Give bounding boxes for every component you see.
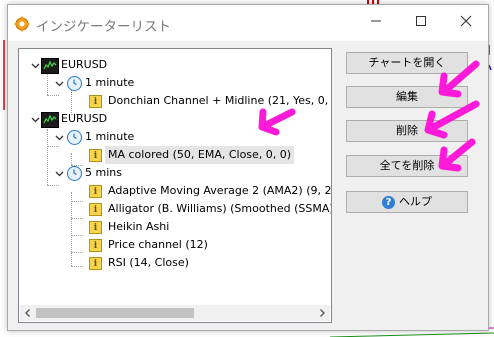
close-icon (460, 15, 471, 27)
tree-item-label: 1 minute (85, 76, 135, 89)
scroll-left-icon[interactable] (23, 308, 33, 318)
help-icon: ? (382, 195, 395, 209)
clock-icon (67, 166, 82, 181)
close-button[interactable] (443, 5, 488, 37)
tree-item-label: MA colored (50, EMA, Close, 0, 0) (105, 146, 295, 164)
tree-item-label: EURUSD (61, 112, 108, 125)
indicator-tree[interactable]: EURUSD 1 minute i Donchian Channel + Mid… (18, 48, 332, 323)
indicator-icon: i (89, 239, 102, 252)
chevron-down-icon[interactable] (31, 115, 40, 124)
maximize-icon (415, 16, 426, 26)
tree-item-indicator-selected[interactable]: i MA colored (50, EMA, Close, 0, 0) (19, 146, 329, 164)
chart-icon (41, 112, 59, 128)
clock-icon (67, 130, 82, 145)
indicator-icon: i (89, 185, 102, 198)
open-chart-button[interactable]: チャートを開く (346, 52, 468, 74)
window-title: インジケーターリスト (36, 19, 171, 35)
tree-item-label: Heikin Ashi (108, 220, 170, 233)
indicator-icon: i (89, 95, 102, 108)
scroll-right-icon[interactable] (317, 308, 327, 318)
tree-item-label: EURUSD (61, 58, 108, 71)
tree-item-indicator[interactable]: i Heikin Ashi (19, 218, 329, 236)
title-bar: インジケーターリスト (8, 5, 488, 41)
chart-icon (41, 58, 59, 74)
indicator-icon: i (89, 257, 102, 270)
tree-item-label: 5 mins (85, 166, 122, 179)
tree-item-label: Adaptive Moving Average 2 (AMA2) (9, 2, … (108, 184, 332, 197)
tree-item-indicator[interactable]: i RSI (14, Close) (19, 254, 329, 272)
tree-item-label: Price channel (12) (108, 238, 208, 251)
indicator-list-dialog: インジケーターリスト EURUSD 1 minute i Donchian Ch… (7, 4, 489, 331)
minimize-button[interactable] (353, 5, 398, 37)
tree-item-timeframe[interactable]: 1 minute (19, 128, 329, 146)
tree-item-timeframe[interactable]: 1 minute (19, 74, 329, 92)
tree-item-timeframe[interactable]: 5 mins (19, 164, 329, 182)
minimize-icon (370, 20, 381, 22)
tree-item-label: RSI (14, Close) (108, 256, 189, 269)
chevron-down-icon[interactable] (55, 79, 64, 88)
horizontal-scrollbar[interactable] (20, 305, 330, 321)
clock-icon (67, 76, 82, 91)
help-button[interactable]: ? ヘルプ (346, 191, 468, 213)
tree-item-indicator[interactable]: i Alligator (B. Williams) (Smoothed (SSM… (19, 200, 331, 218)
tree-item-symbol[interactable]: EURUSD (19, 56, 329, 74)
tree-item-label: Donchian Channel + Midline (21, Yes, 0, … (108, 94, 332, 107)
indicator-icon: i (89, 221, 102, 234)
indicator-icon: i (89, 203, 102, 216)
delete-all-button[interactable]: 全てを削除 (346, 155, 468, 177)
indicator-icon: i (89, 149, 102, 162)
chevron-down-icon[interactable] (31, 61, 40, 70)
gear-icon (14, 16, 30, 32)
tree-item-symbol[interactable]: EURUSD (19, 110, 329, 128)
scroll-thumb[interactable] (36, 308, 194, 318)
tree-item-label: 1 minute (85, 130, 135, 143)
edit-button[interactable]: 編集 (346, 86, 468, 108)
chevron-down-icon[interactable] (55, 133, 64, 142)
chevron-down-icon[interactable] (55, 169, 64, 178)
tree-item-indicator[interactable]: i Donchian Channel + Midline (21, Yes, 0… (19, 92, 332, 110)
tree-item-label: Alligator (B. Williams) (Smoothed (SSMA)… (108, 202, 331, 215)
maximize-button[interactable] (398, 5, 443, 37)
tree-item-indicator[interactable]: i Price channel (12) (19, 236, 329, 254)
help-label: ヘルプ (399, 195, 432, 208)
delete-button[interactable]: 削除 (346, 120, 468, 142)
tree-item-indicator[interactable]: i Adaptive Moving Average 2 (AMA2) (9, 2… (19, 182, 332, 200)
